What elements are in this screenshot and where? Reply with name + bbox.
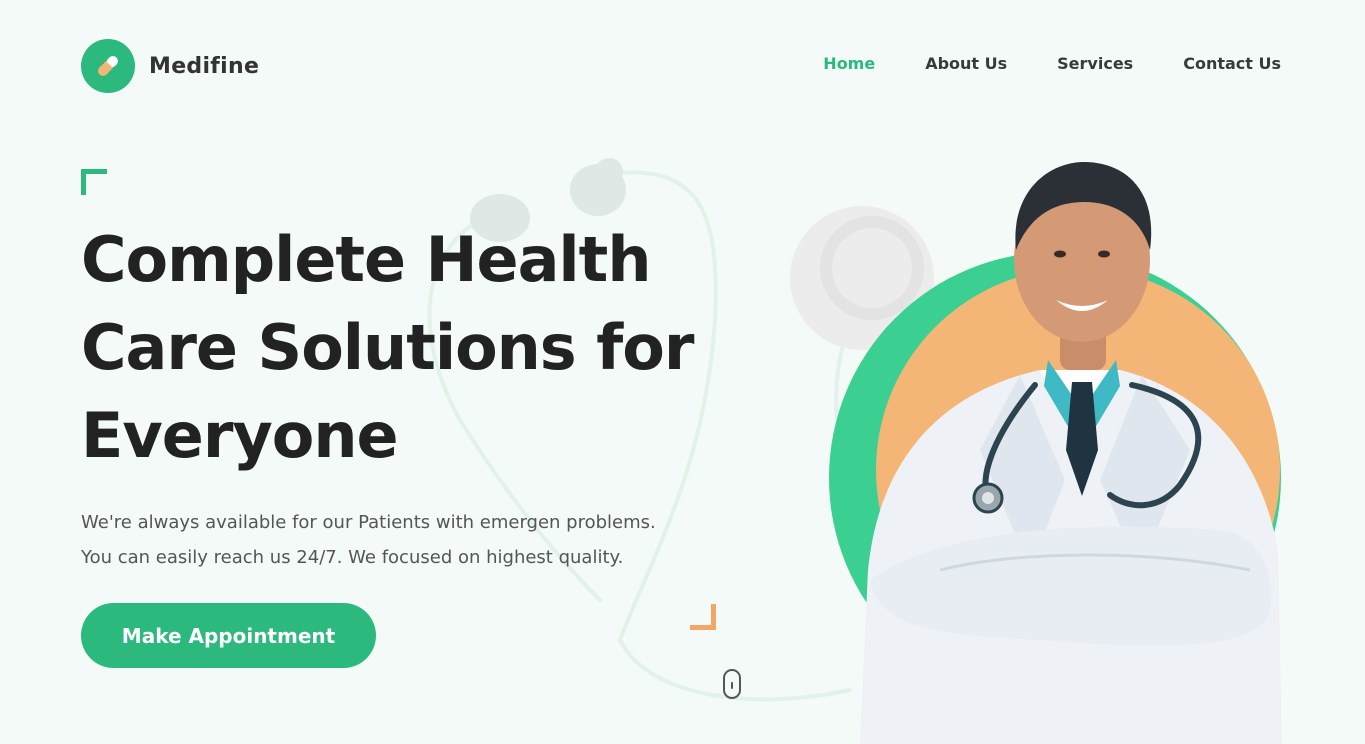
pill-icon bbox=[81, 39, 135, 93]
make-appointment-button[interactable]: Make Appointment bbox=[81, 603, 376, 668]
nav-about-link[interactable]: About Us bbox=[925, 54, 1007, 73]
corner-accent-bottom-right bbox=[690, 604, 716, 630]
nav-home-link[interactable]: Home bbox=[823, 54, 875, 73]
hero-title-line: Care Solutions for bbox=[81, 311, 694, 384]
main-navigation: Home About Us Services Contact Us bbox=[823, 54, 1281, 73]
brand-name: Medifine bbox=[149, 53, 260, 79]
doctor-image bbox=[829, 162, 1282, 744]
brand-logo[interactable]: Medifine bbox=[81, 39, 259, 93]
corner-accent-top-left bbox=[81, 169, 107, 195]
hero-title-line: Complete Health bbox=[81, 223, 651, 296]
nav-services-link[interactable]: Services bbox=[1057, 54, 1133, 73]
nav-contact-link[interactable]: Contact Us bbox=[1183, 54, 1281, 73]
hero-description-line: You can easily reach us 24/7. We focused… bbox=[81, 547, 624, 568]
hero-description: We're always available for our Patients … bbox=[81, 505, 741, 575]
mouse-wheel-icon bbox=[731, 682, 733, 689]
scroll-down-indicator[interactable] bbox=[723, 669, 741, 699]
hero-description-line: We're always available for our Patients … bbox=[81, 512, 656, 533]
hero-title-line: Everyone bbox=[81, 399, 399, 472]
hero-title: Complete Health Care Solutions for Every… bbox=[81, 216, 741, 480]
